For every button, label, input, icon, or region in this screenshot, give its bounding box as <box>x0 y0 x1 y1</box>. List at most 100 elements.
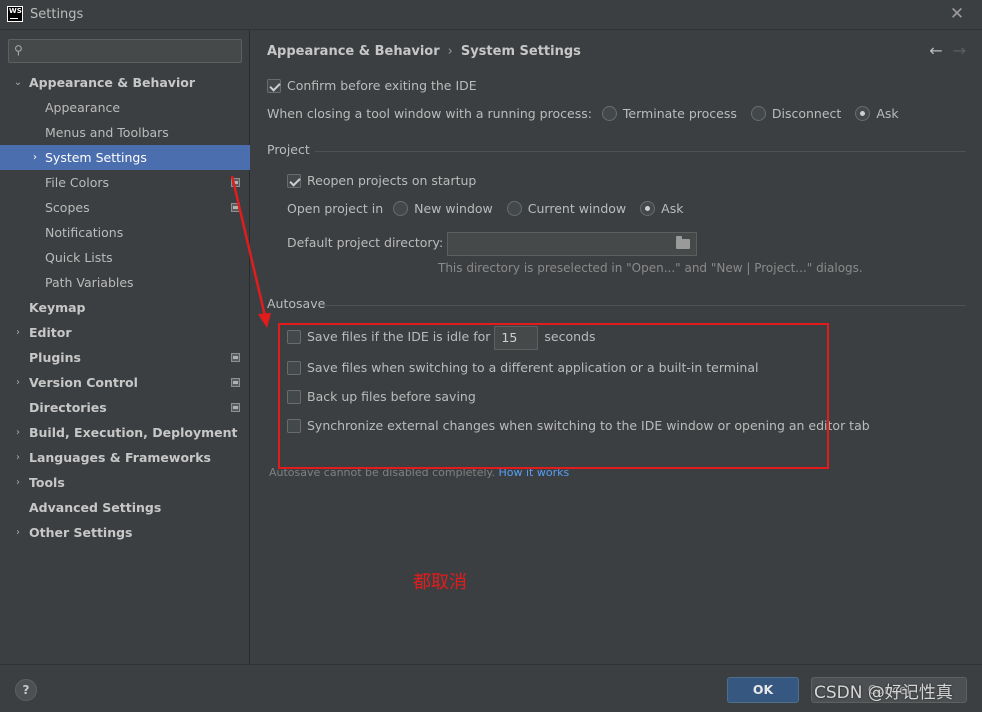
sidebar-item-scopes[interactable]: Scopes <box>0 195 250 220</box>
annotation-text: 都取消 <box>413 572 467 593</box>
chevron-right-icon[interactable]: › <box>30 145 40 170</box>
watermark: CSDN @好记性真 <box>814 683 953 703</box>
breadcrumb-parent[interactable]: Appearance & Behavior <box>267 44 440 59</box>
sidebar-item-directories[interactable]: Directories <box>0 395 250 420</box>
radio-label[interactable]: Current window <box>528 201 626 216</box>
sidebar-item-label: Editor <box>29 325 72 340</box>
forward-arrow-icon[interactable]: → <box>953 41 966 60</box>
chevron-right-icon[interactable]: › <box>13 470 23 495</box>
sidebar-item-plugins[interactable]: Plugins <box>0 345 250 370</box>
annotation-red-box <box>278 323 829 469</box>
sidebar-item-label: Appearance & Behavior <box>29 75 195 90</box>
sidebar-item-tools[interactable]: › Tools <box>0 470 250 495</box>
chevron-right-icon[interactable]: › <box>13 420 23 445</box>
default-dir-label: Default project directory: <box>287 235 444 250</box>
sidebar-item-build-execution-deployment[interactable]: › Build, Execution, Deployment <box>0 420 250 445</box>
default-dir-field[interactable] <box>447 231 698 256</box>
project-level-icon <box>231 178 240 187</box>
radio-disconnect[interactable]: Disconnect <box>750 104 841 124</box>
radio-terminate-process[interactable]: Terminate process <box>601 104 737 124</box>
radio-button[interactable] <box>393 201 409 216</box>
open-project-in-label: Open project in <box>287 201 384 216</box>
closing-tool-window-options: Terminate process Disconnect Ask <box>601 104 913 124</box>
radio-new-window[interactable]: New window <box>393 199 493 219</box>
radio-label[interactable]: Ask <box>876 106 898 121</box>
project-level-icon <box>231 203 240 212</box>
logo-text: WS <box>9 7 22 15</box>
sidebar-item-keymap[interactable]: Keymap <box>0 295 250 320</box>
ok-button[interactable]: OK <box>727 677 799 703</box>
dialog-footer: ? OK Cancel CSDN @好记性真 <box>0 664 982 712</box>
section-divider <box>323 305 966 306</box>
close-icon[interactable]: ✕ <box>948 5 966 23</box>
confirm-exit-label[interactable]: Confirm before exiting the IDE <box>287 78 477 93</box>
radio-button[interactable] <box>855 106 871 121</box>
sidebar-item-appearance[interactable]: Appearance <box>0 95 250 120</box>
default-dir-row: Default project directory: <box>287 231 698 256</box>
sidebar-item-languages-frameworks[interactable]: › Languages & Frameworks <box>0 445 250 470</box>
autosave-section-title: Autosave <box>267 296 326 311</box>
radio-ask[interactable]: Ask <box>855 104 899 124</box>
radio-button[interactable] <box>506 201 522 216</box>
breadcrumb: Appearance & Behavior › System Settings <box>267 44 581 59</box>
help-button[interactable]: ? <box>15 679 37 701</box>
project-level-icon <box>231 403 240 412</box>
breadcrumb-separator: › <box>447 44 453 59</box>
radio-current-window[interactable]: Current window <box>506 199 626 219</box>
sidebar-item-path-variables[interactable]: Path Variables <box>0 270 250 295</box>
sidebar-item-label: Directories <box>29 400 107 415</box>
radio-label[interactable]: Ask <box>661 201 683 216</box>
confirm-exit-checkbox[interactable] <box>267 78 281 93</box>
search-input[interactable] <box>33 42 233 60</box>
radio-label[interactable]: Terminate process <box>623 106 737 121</box>
reopen-projects-checkbox[interactable] <box>287 173 301 188</box>
open-project-in-options: New window Current window Ask <box>393 199 697 219</box>
sidebar-item-label: Other Settings <box>29 525 133 540</box>
confirm-exit-row[interactable]: Confirm before exiting the IDE <box>267 76 477 96</box>
sidebar-item-file-colors[interactable]: File Colors <box>0 170 250 195</box>
sidebar-item-other-settings[interactable]: › Other Settings <box>0 520 250 545</box>
sidebar-item-label: Tools <box>29 475 65 490</box>
breadcrumb-current: System Settings <box>460 44 581 59</box>
sidebar-item-editor[interactable]: › Editor <box>0 320 250 345</box>
sidebar-item-label: Path Variables <box>45 275 134 290</box>
project-level-icon <box>231 378 240 387</box>
settings-content: Appearance & Behavior › System Settings ← →… <box>251 30 982 664</box>
folder-icon[interactable] <box>676 235 691 249</box>
sidebar-item-appearance-behavior[interactable]: ⌄ Appearance & Behavior <box>0 70 250 95</box>
search-icon: ⚲ <box>14 43 23 57</box>
radio-button[interactable] <box>601 106 617 121</box>
sidebar-item-notifications[interactable]: Notifications <box>0 220 250 245</box>
history-navigation: ← → <box>929 41 966 60</box>
sidebar-item-label: File Colors <box>45 175 110 190</box>
project-level-icon <box>231 353 240 362</box>
sidebar-item-label: Languages & Frameworks <box>29 450 211 465</box>
radio-button[interactable] <box>750 106 766 121</box>
chevron-right-icon[interactable]: › <box>13 320 23 345</box>
radio-label[interactable]: Disconnect <box>772 106 841 121</box>
title-bar: WS Settings ✕ <box>0 0 982 30</box>
window-title: Settings <box>30 7 84 22</box>
sidebar-item-label: Menus and Toolbars <box>45 125 169 140</box>
open-project-in-row: Open project in New window Current window… <box>287 199 697 219</box>
sidebar-item-advanced-settings[interactable]: Advanced Settings <box>0 495 250 520</box>
chevron-right-icon[interactable]: › <box>13 445 23 470</box>
sidebar-item-system-settings[interactable]: › System Settings <box>0 145 250 170</box>
closing-tool-window-label: When closing a tool window with a runnin… <box>267 106 592 121</box>
radio-button[interactable] <box>640 201 656 216</box>
sidebar-item-label: Appearance <box>45 100 121 115</box>
chevron-right-icon[interactable]: › <box>13 520 23 545</box>
chevron-down-icon[interactable]: ⌄ <box>13 70 23 95</box>
sidebar-item-label: Scopes <box>45 200 90 215</box>
sidebar-item-version-control[interactable]: › Version Control <box>0 370 250 395</box>
reopen-projects-label[interactable]: Reopen projects on startup <box>307 173 476 188</box>
back-arrow-icon[interactable]: ← <box>929 41 942 60</box>
sidebar-item-menus-toolbars[interactable]: Menus and Toolbars <box>0 120 250 145</box>
radio-label[interactable]: New window <box>414 201 493 216</box>
reopen-projects-row[interactable]: Reopen projects on startup <box>287 171 476 191</box>
sidebar-item-quick-lists[interactable]: Quick Lists <box>0 245 250 270</box>
search-box[interactable]: ⚲ <box>8 39 242 63</box>
sidebar-item-label: Version Control <box>29 375 138 390</box>
chevron-right-icon[interactable]: › <box>13 370 23 395</box>
radio-ask[interactable]: Ask <box>640 199 683 219</box>
